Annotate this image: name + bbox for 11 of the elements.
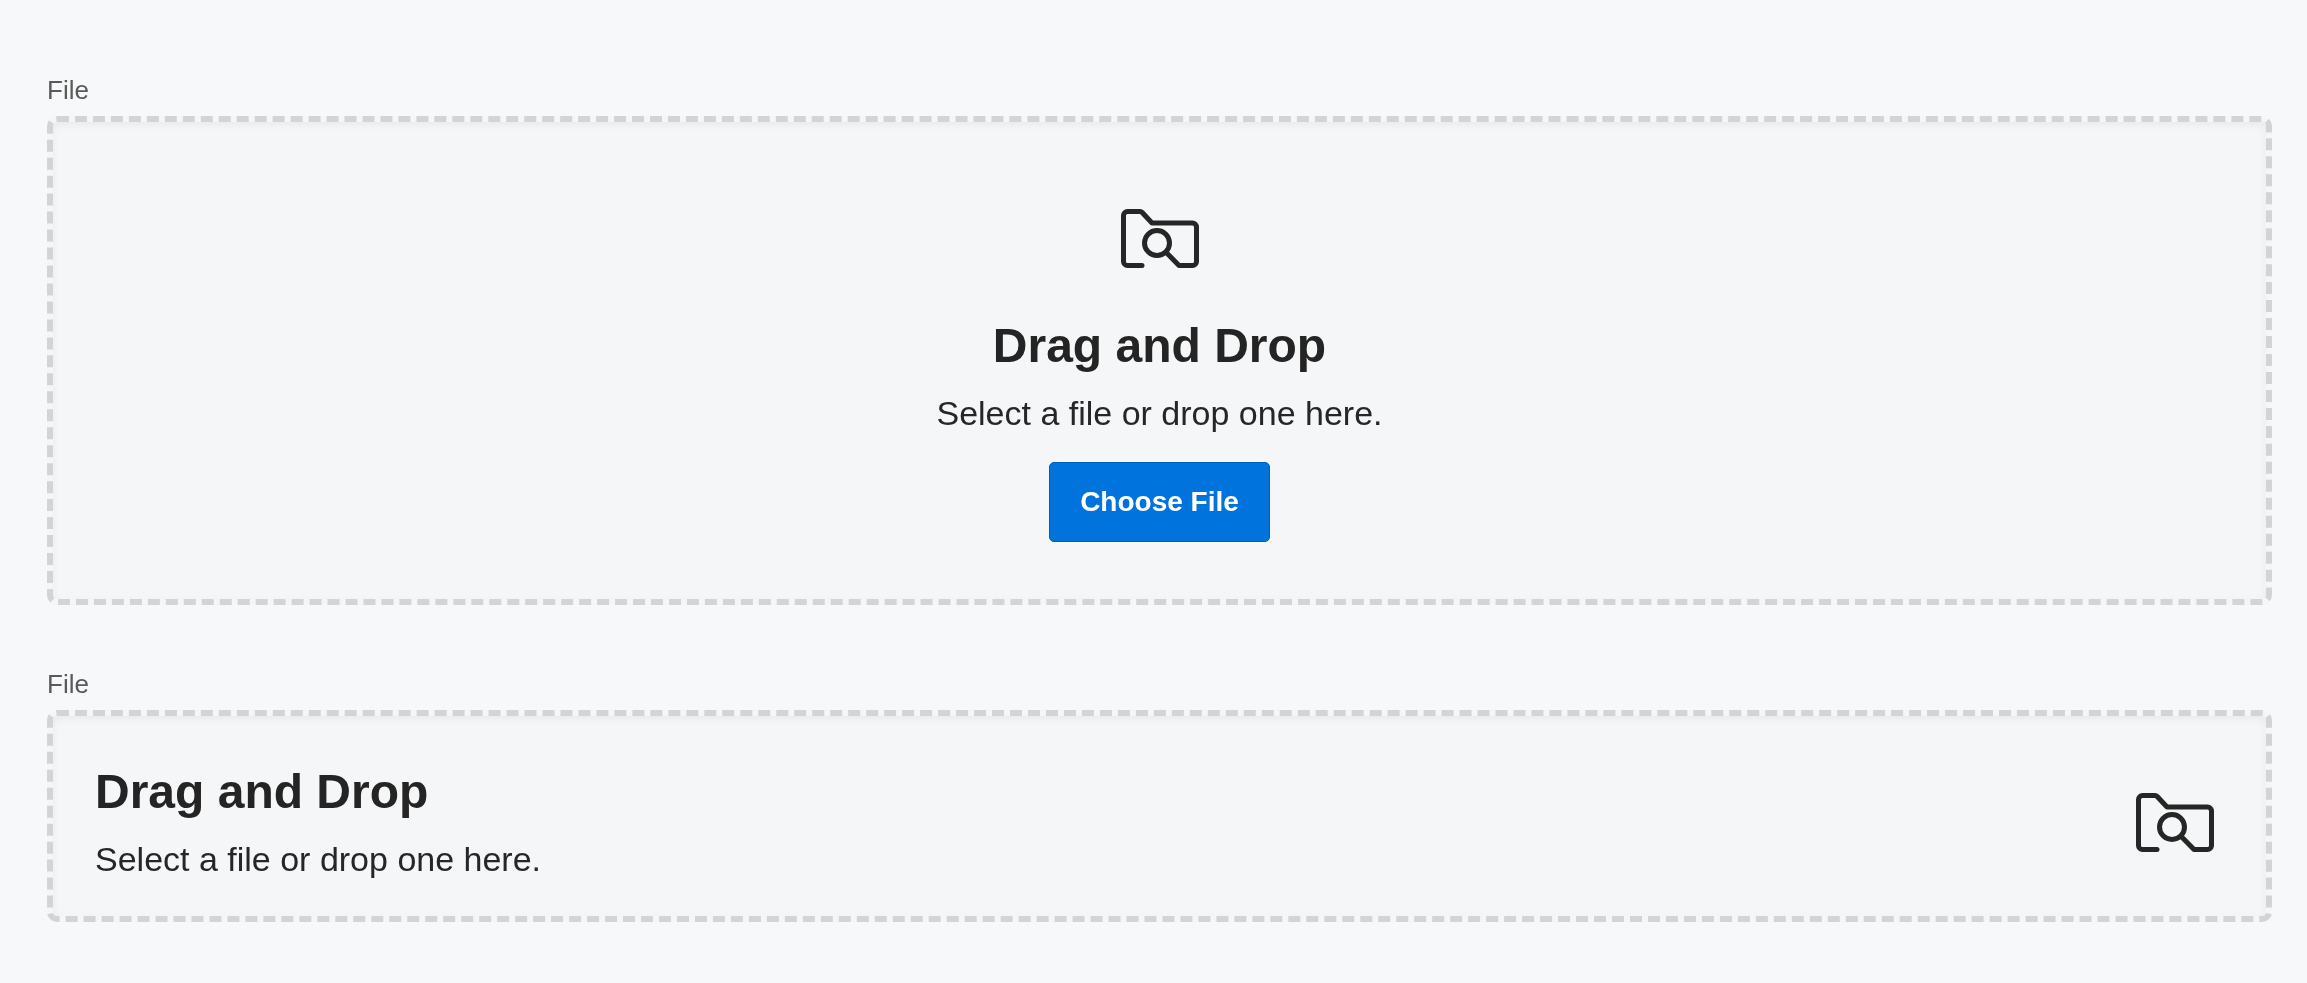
drop-zone-heading: Drag and Drop (992, 318, 1327, 374)
drop-zone-hint: Select a file or drop one here. (936, 393, 1383, 434)
drop-zone-heading: Drag and Drop (95, 764, 429, 820)
folder-search-icon (2136, 792, 2214, 852)
field-label: File (47, 669, 89, 700)
choose-file-button[interactable]: Choose File (1049, 462, 1270, 542)
drop-zone[interactable]: Drag and Drop Select a file or drop one here. Choose File (47, 116, 2272, 605)
folder-search-icon (1120, 209, 1199, 268)
drop-zone[interactable]: Drag and Drop Select a file or drop one here. (47, 710, 2272, 922)
drop-zone-hint: Select a file or drop one here. (95, 839, 542, 880)
field-label: File (47, 75, 89, 106)
